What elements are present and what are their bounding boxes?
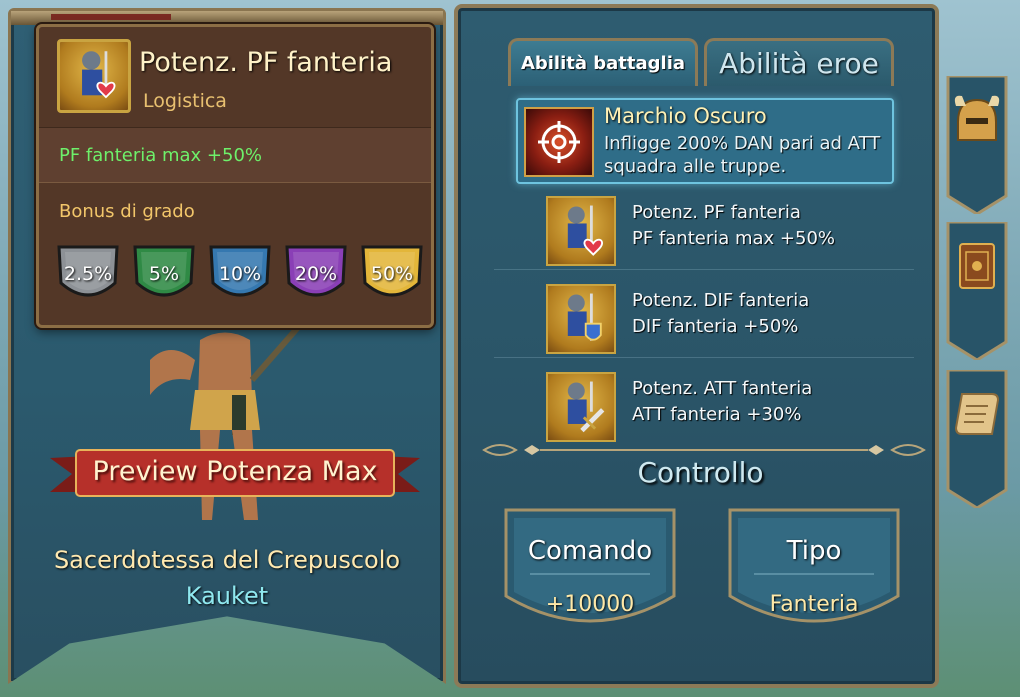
rank-shield: 5% [129,239,199,309]
rank-shield-value: 5% [148,263,180,285]
sword-badge-icon [546,372,616,442]
tab-battle-skills-label: Abilità battaglia [520,53,686,74]
main-skill-name: Marchio Oscuro [604,104,767,128]
rank-shield: 20% [281,239,351,309]
book-icon [959,243,995,289]
sub-skill-item[interactable]: Potenz. DIF fanteria DIF fanteria +50% [494,278,914,358]
rank-shield-value: 20% [294,263,338,285]
helmet-icon [954,95,1000,141]
sub-skill-name: Potenz. PF fanteria [632,202,801,223]
hero-title: Sacerdotessa del Crepuscolo [53,546,401,574]
preview-max-power-label: Preview Potenza Max [92,456,378,487]
scroll-icon [954,393,1000,435]
skill-tabs: Abilità battaglia Abilità eroe [508,38,894,86]
skill-list: Marchio Oscuro Infligge 200% DAN pari ad… [476,90,918,460]
main-skill-description: Infligge 200% DAN pari ad ATT squadra al… [604,133,881,177]
rank-shield: 10% [205,239,275,309]
sub-skill-effect: ATT fanteria +30% [632,404,802,425]
command-stat: Comando +10000 [500,506,680,656]
tab-hero-skills-label: Abilità eroe [719,47,879,80]
rank-shield-value: 10% [218,263,262,285]
crosshair-icon [524,107,594,177]
skill-title: Potenz. PF fanteria [139,47,393,78]
sub-skill-item[interactable]: Potenz. PF fanteria PF fanteria max +50% [494,190,914,270]
side-tab-scroll[interactable] [946,370,1008,508]
sub-skill-effect: PF fanteria max +50% [632,228,836,249]
tab-hero-skills[interactable]: Abilità eroe [704,38,894,86]
skill-detail-card: Potenz. PF fanteria Logistica PF fanteri… [36,24,434,328]
sub-skill-effect: DIF fanteria +50% [632,316,799,337]
shield-badge-icon [546,284,616,354]
rank-bonus-label: Bonus di grado [59,201,195,222]
banner-rod [11,11,443,25]
side-tab-gear[interactable] [946,76,1008,214]
skill-effect: PF fanteria max +50% [39,127,431,183]
skill-subtitle: Logistica [143,90,227,112]
control-title: Controllo [637,456,764,489]
rank-shield: 2.5% [53,239,123,309]
type-label: Tipo [786,536,842,566]
main-skill-item[interactable]: Marchio Oscuro Infligge 200% DAN pari ad… [516,98,894,184]
side-tab-book[interactable] [946,222,1008,360]
sub-skill-item[interactable]: Potenz. ATT fanteria ATT fanteria +30% [494,366,914,446]
sub-skill-name: Potenz. DIF fanteria [632,290,810,311]
heart-badge-icon [546,196,616,266]
infantry-hp-icon [57,39,131,113]
preview-max-power-button[interactable]: Preview Potenza Max [50,448,420,500]
type-stat: Tipo Fanteria [724,506,904,656]
command-value: +10000 [545,592,635,617]
rank-shield: 50% [357,239,427,309]
hero-name: Kauket [185,582,269,610]
rank-shields: 2.5% 5% 10% 20% 50% [53,239,427,309]
command-label: Comando [527,536,653,566]
sub-skill-name: Potenz. ATT fanteria [632,378,813,399]
type-value: Fanteria [769,592,859,617]
rank-shield-value: 2.5% [63,263,113,285]
tab-battle-skills[interactable]: Abilità battaglia [508,38,698,86]
rank-shield-value: 50% [370,263,414,285]
